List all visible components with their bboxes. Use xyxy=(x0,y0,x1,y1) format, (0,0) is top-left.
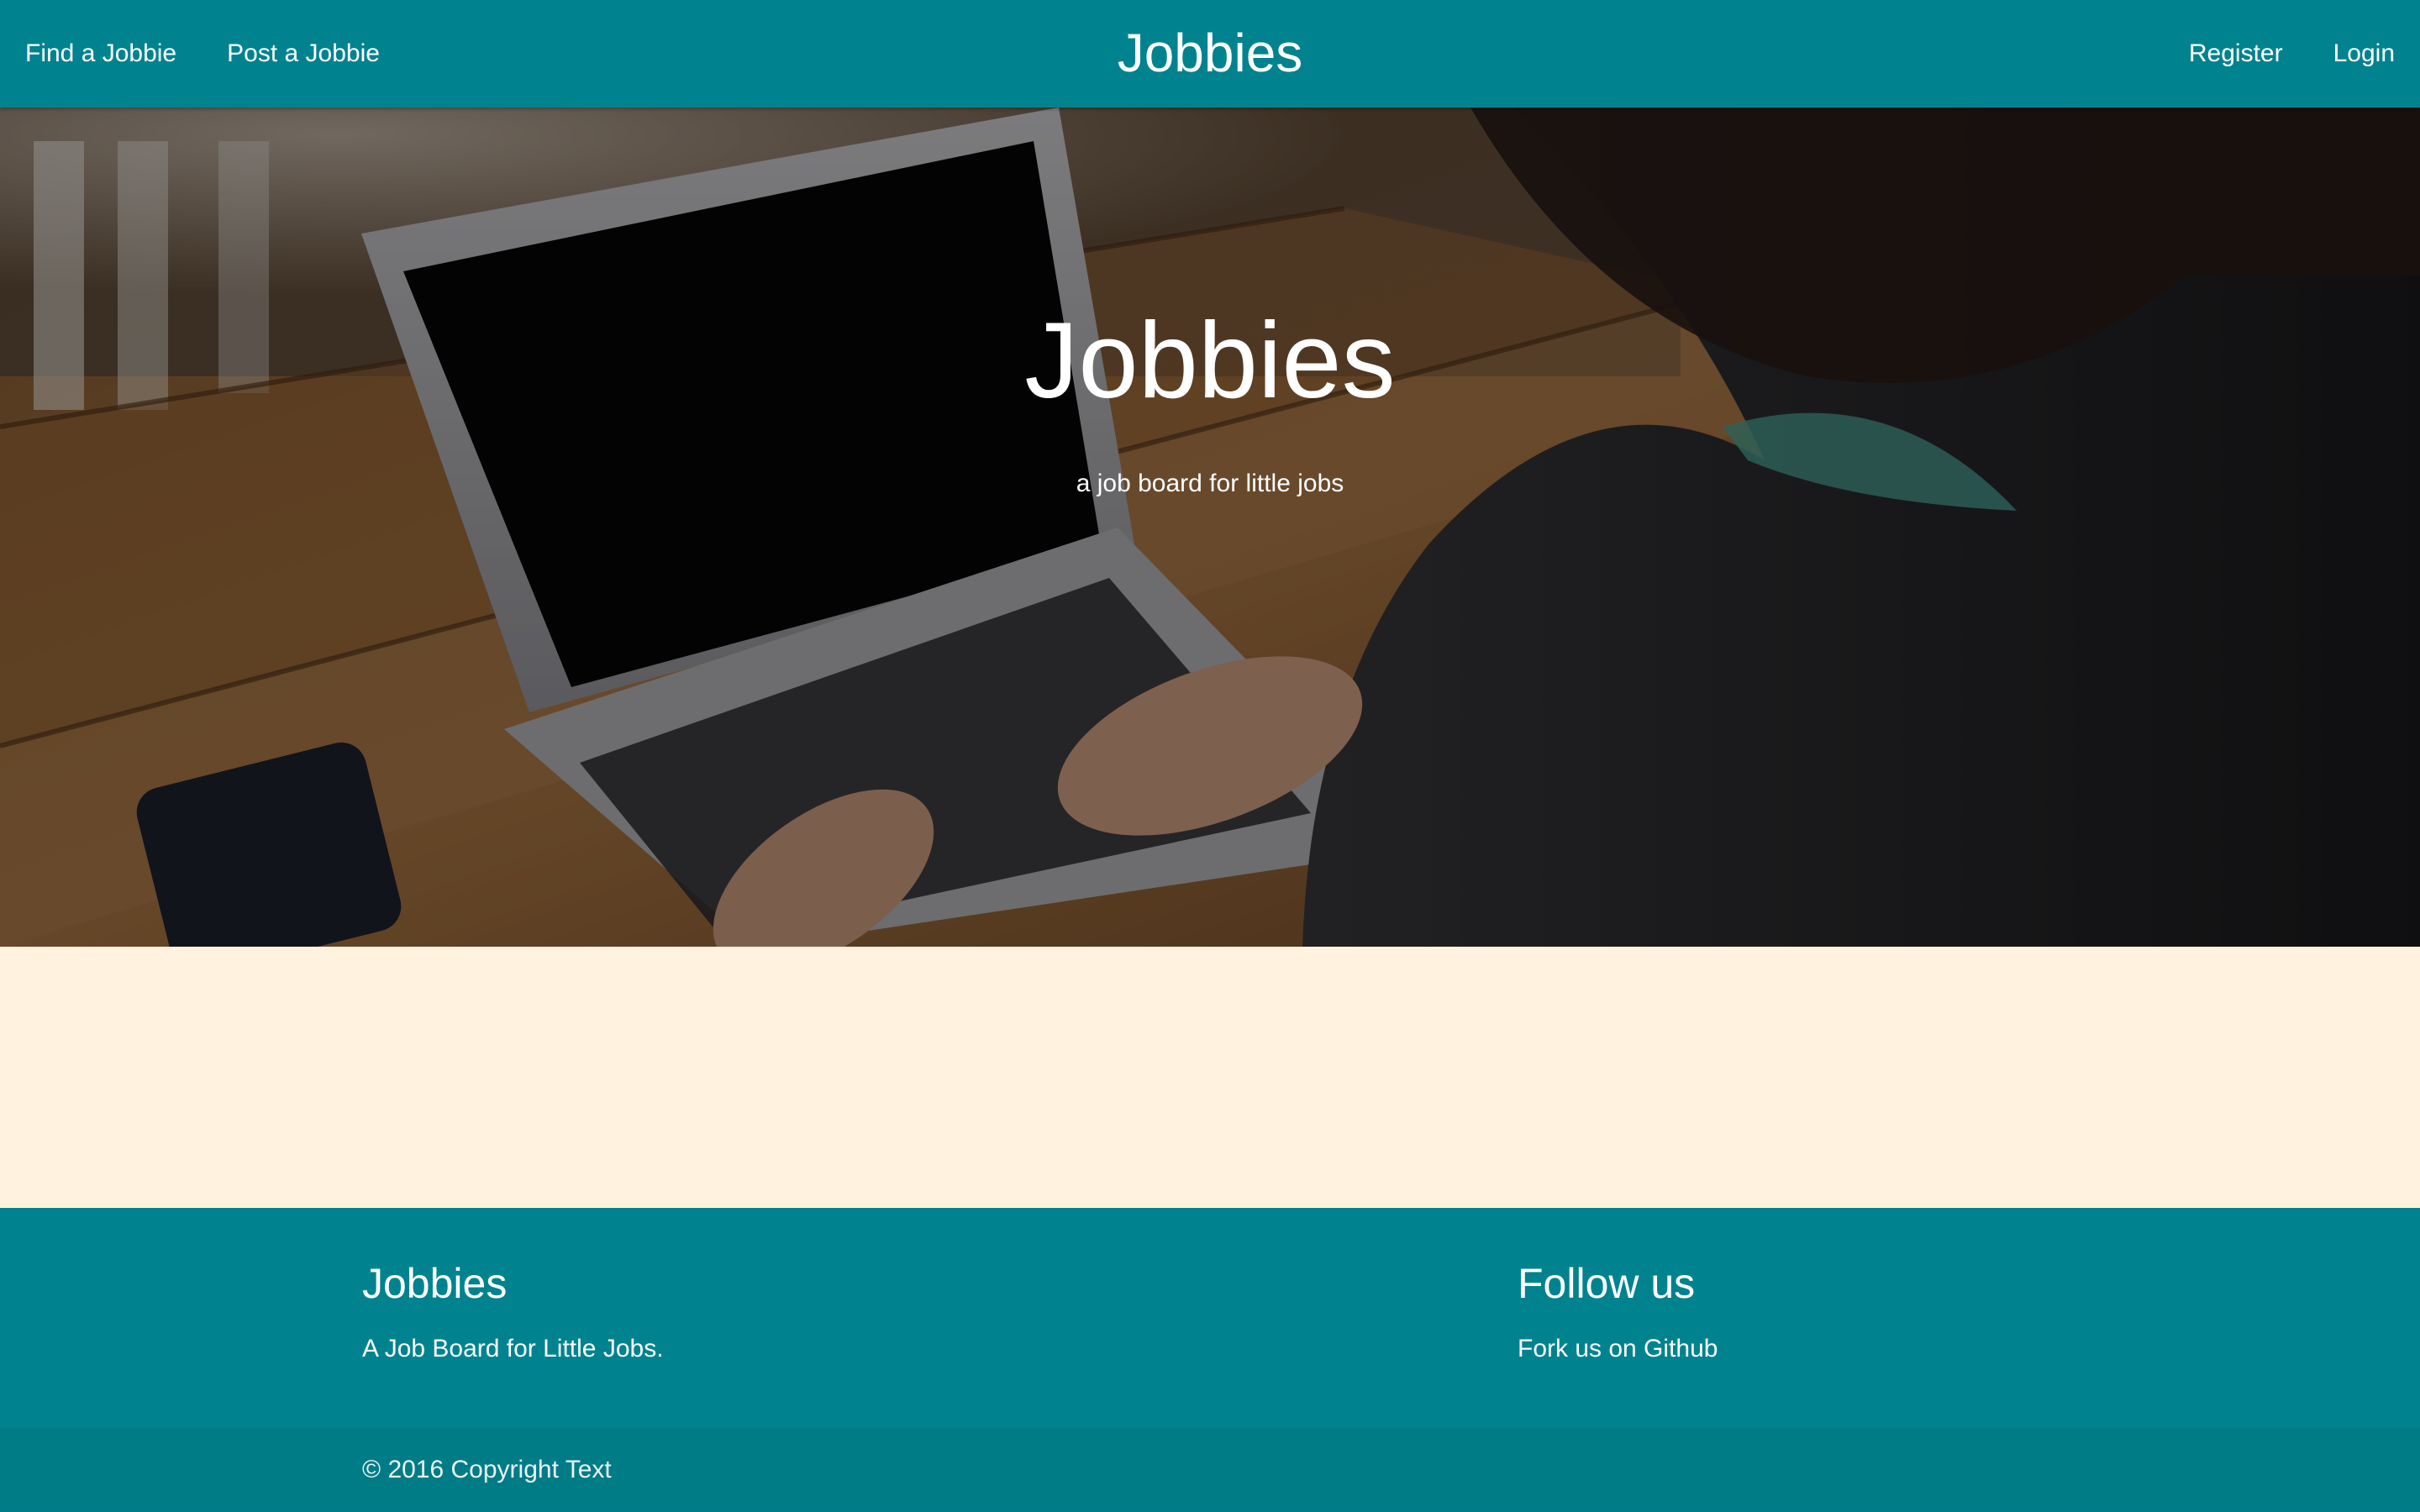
copyright-text: © 2016 Copyright Text xyxy=(362,1456,612,1483)
navbar-left-links: Find a Jobbie Post a Jobbie xyxy=(0,0,405,108)
hero-subtitle: a job board for little jobs xyxy=(1076,470,1344,497)
footer-follow-heading: Follow us xyxy=(1518,1260,1696,1307)
brand-logo-link[interactable]: Jobbies xyxy=(1118,23,1303,83)
hero-banner: Jobbies a job board for little jobs xyxy=(0,108,2420,947)
hero-dark-overlay xyxy=(0,108,2420,947)
nav-link-find-a-jobbie[interactable]: Find a Jobbie xyxy=(0,0,202,108)
footer-about-text: A Job Board for Little Jobs. xyxy=(362,1335,664,1362)
footer-copyright-bar: © 2016 Copyright Text xyxy=(0,1428,2420,1512)
footer-follow-links: Fork us on Github xyxy=(1518,1334,1718,1364)
footer-about-column: Jobbies A Job Board for Little Jobs. xyxy=(362,1258,664,1364)
nav-link-register[interactable]: Register xyxy=(2164,0,2308,108)
navbar-right-links: Register Login xyxy=(2164,0,2420,108)
nav-link-post-a-jobbie[interactable]: Post a Jobbie xyxy=(202,0,405,108)
page-footer: Jobbies A Job Board for Little Jobs. Fol… xyxy=(0,1208,2420,1512)
main-content-area xyxy=(0,947,2420,1208)
hero-title: Jobbies xyxy=(1024,301,1396,421)
footer-follow-column: Follow us Fork us on Github xyxy=(1518,1258,1718,1364)
github-link[interactable]: Fork us on Github xyxy=(1518,1335,1718,1362)
top-navbar: Find a Jobbie Post a Jobbie Jobbies Regi… xyxy=(0,0,2420,108)
nav-link-login[interactable]: Login xyxy=(2308,0,2420,108)
footer-about-heading: Jobbies xyxy=(362,1260,508,1307)
